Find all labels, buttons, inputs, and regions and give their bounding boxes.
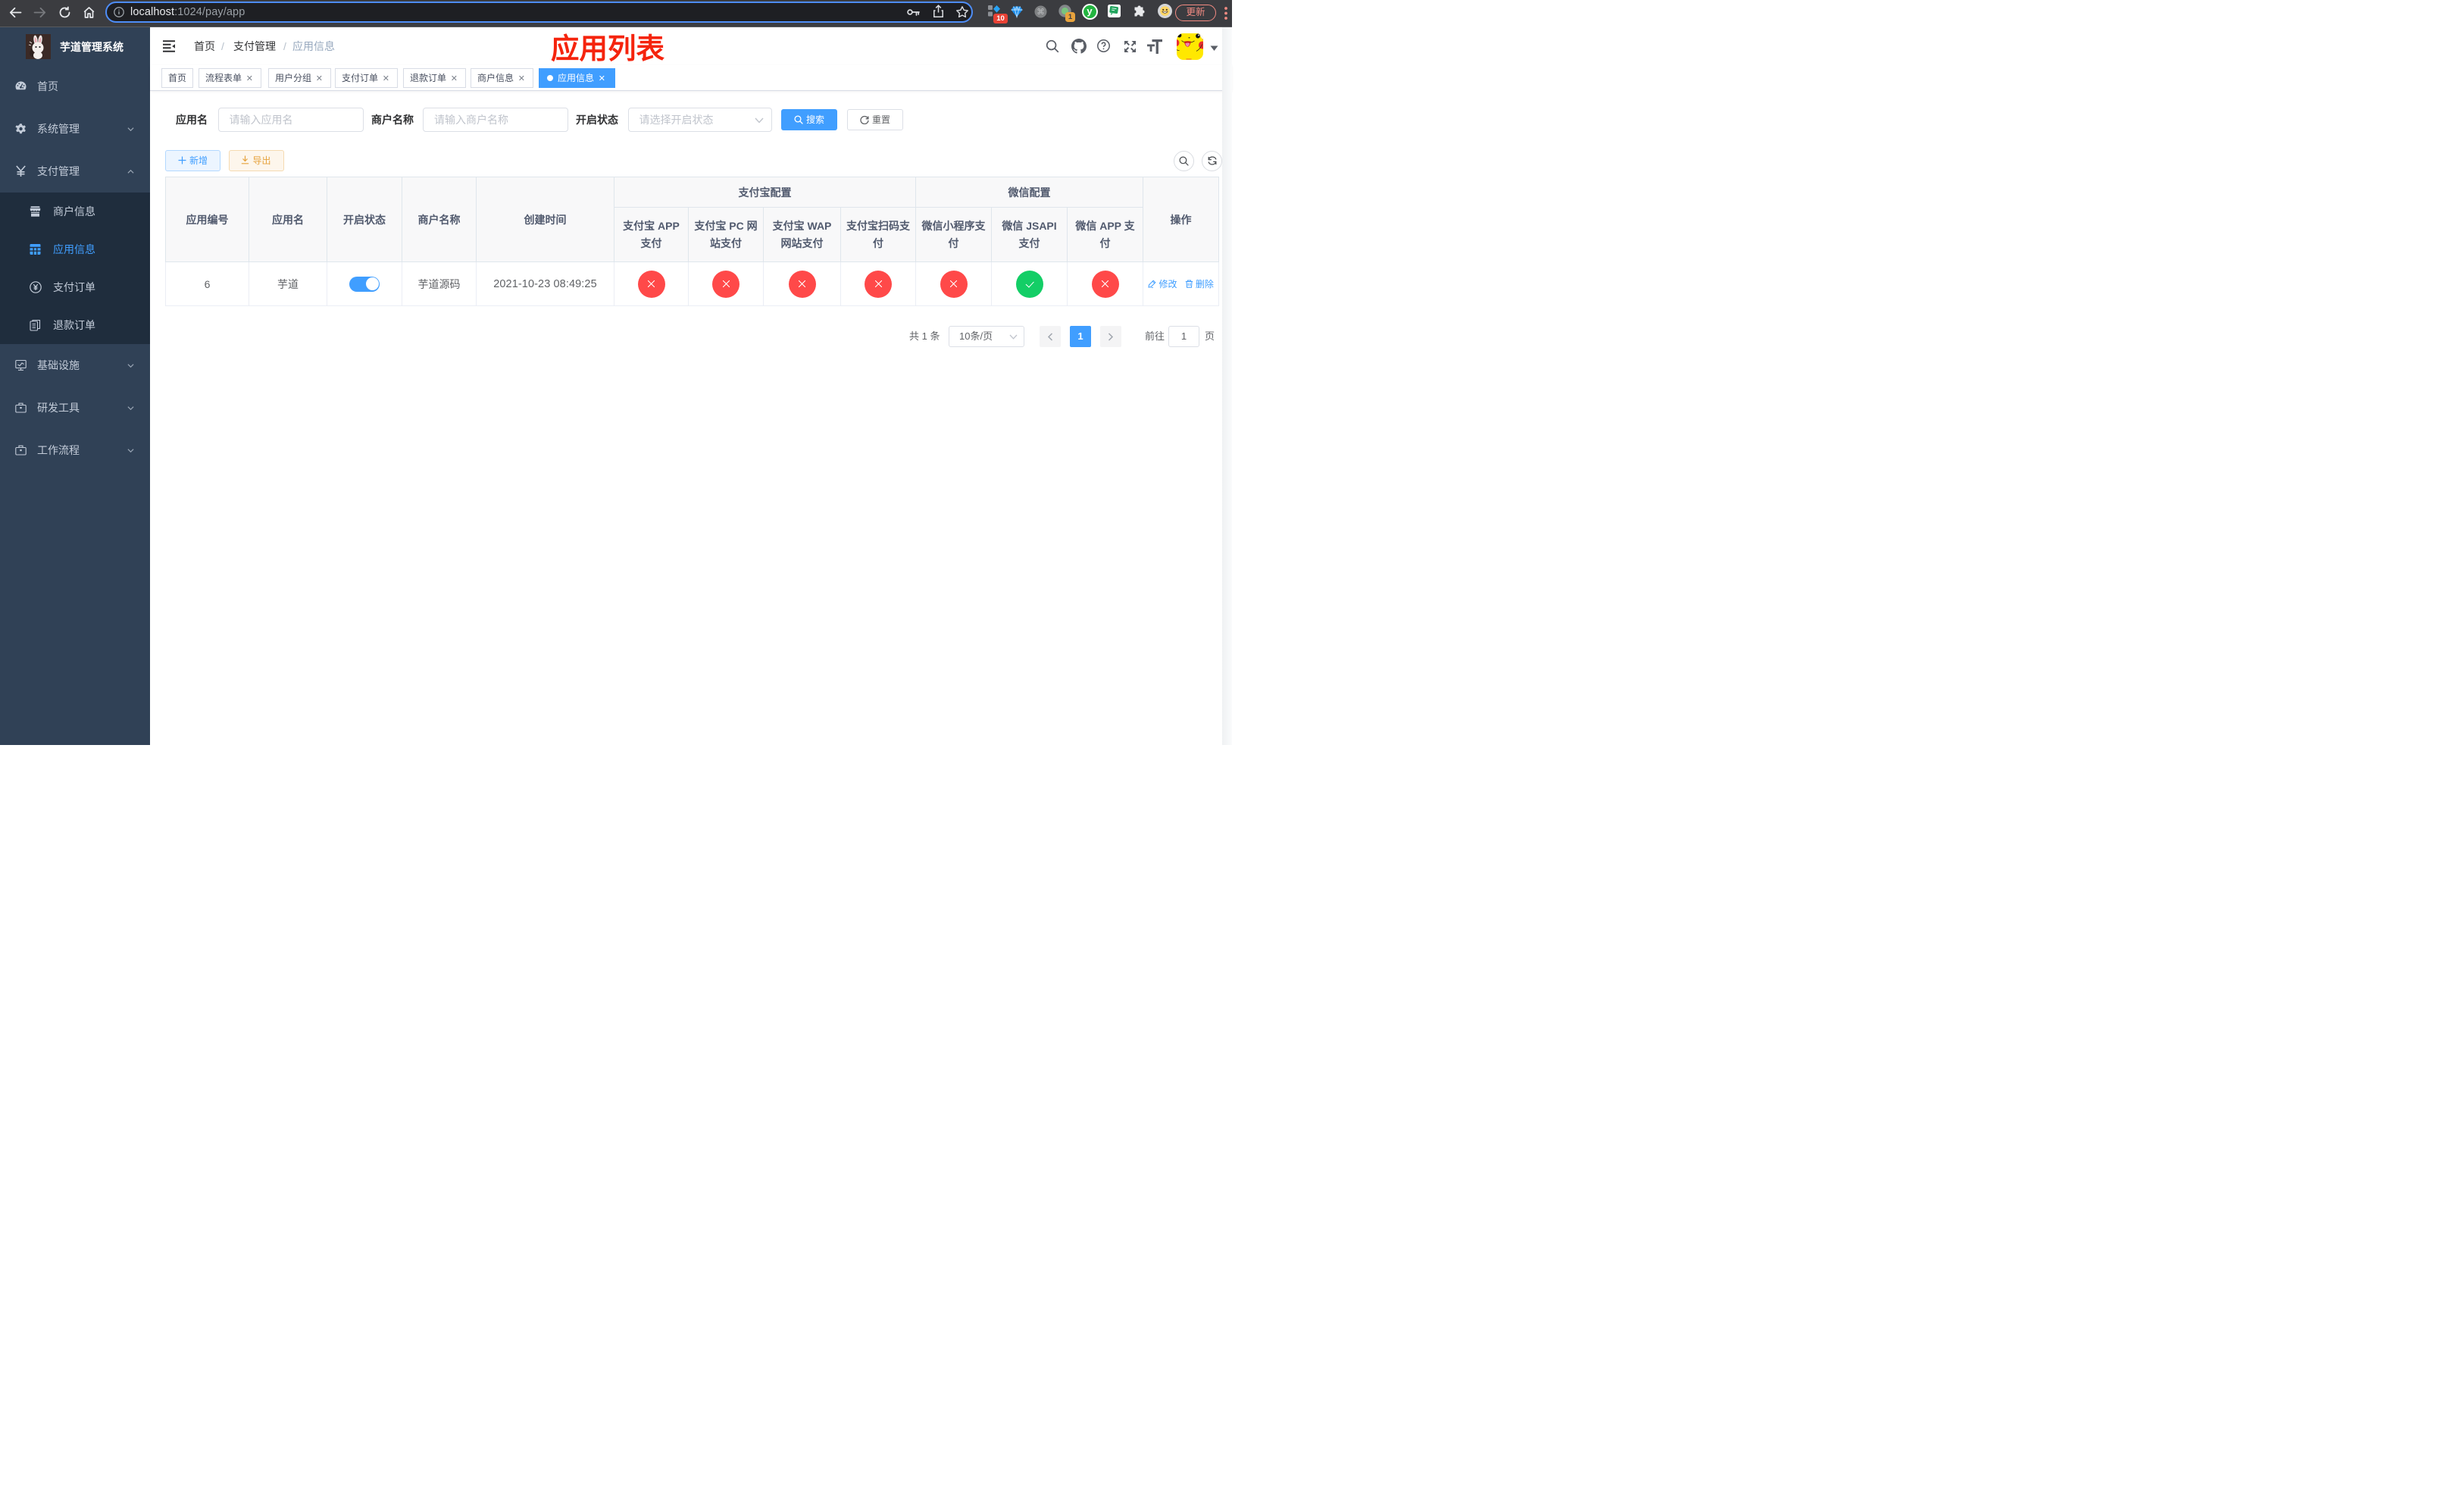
svg-text:⌘: ⌘ (1037, 8, 1045, 17)
